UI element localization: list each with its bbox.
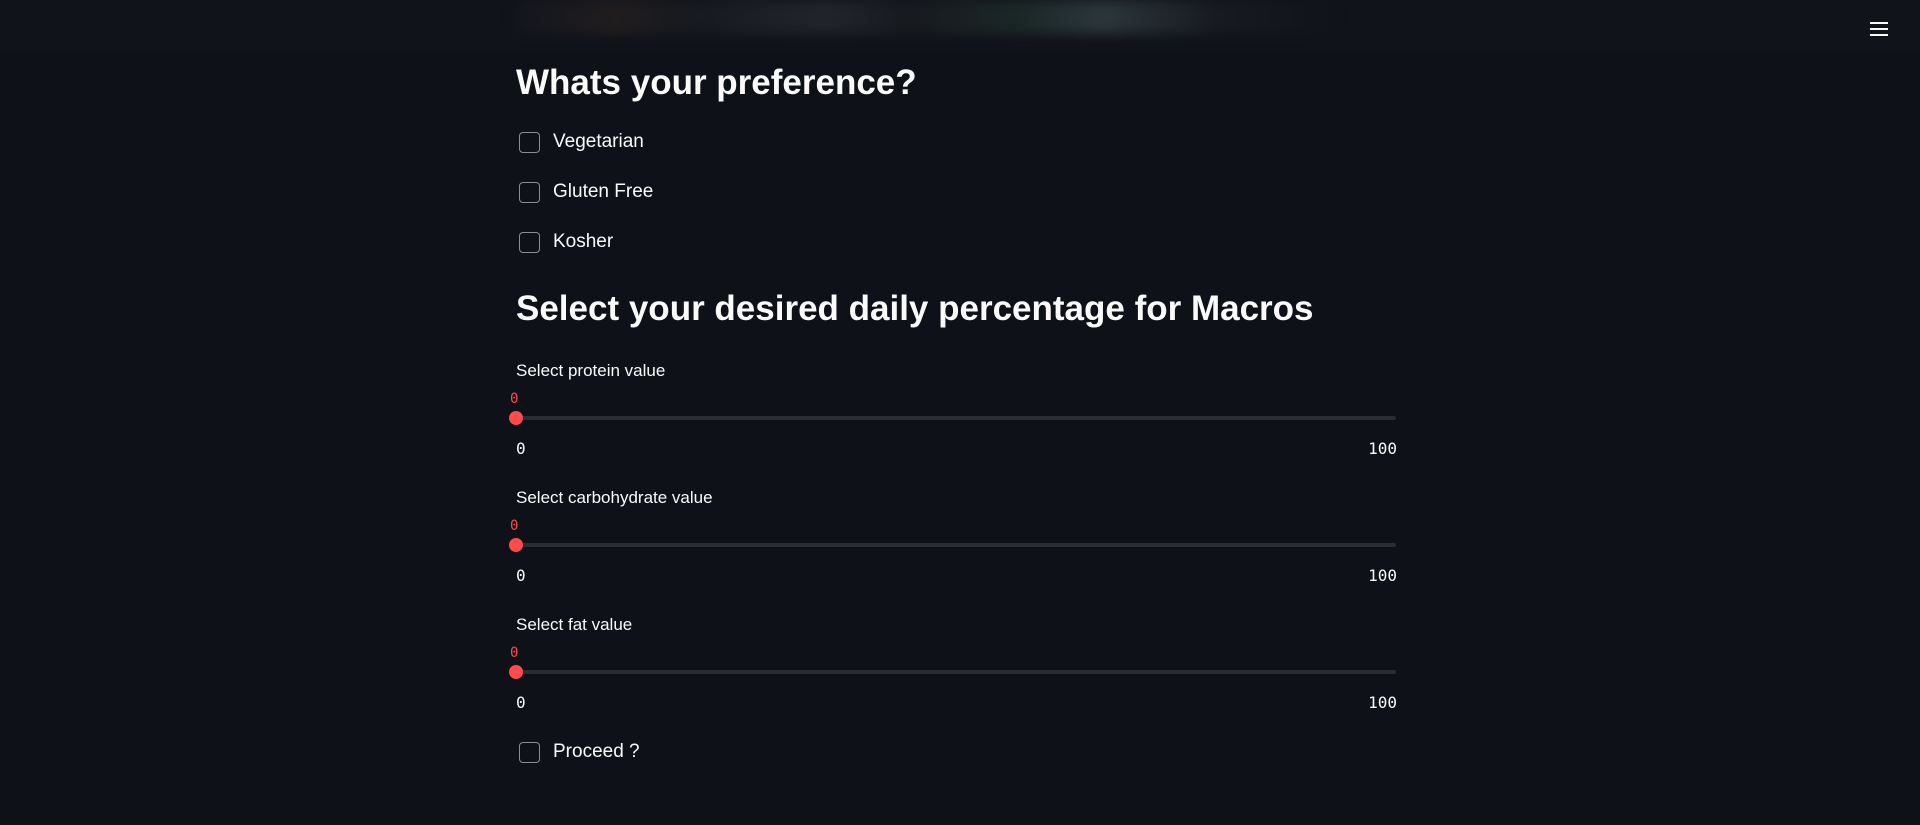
- fat-slider[interactable]: Select fat value 0 0 100: [509, 615, 1397, 727]
- checkbox-box[interactable]: [519, 741, 540, 763]
- slider-max-label: 100: [1368, 439, 1397, 458]
- slider-max-label: 100: [1368, 566, 1397, 585]
- checkbox-box[interactable]: [519, 131, 540, 153]
- checkbox-vegetarian[interactable]: Vegetarian: [516, 127, 644, 157]
- slider-label: Select protein value: [516, 361, 666, 380]
- main-menu-button[interactable]: [1864, 16, 1894, 42]
- banner-image: [516, 0, 1332, 34]
- checkbox-gluten-free[interactable]: Gluten Free: [516, 177, 653, 207]
- protein-slider[interactable]: Select protein value 0 0 100: [509, 361, 1397, 473]
- proceed-checkbox[interactable]: Proceed ?: [516, 737, 640, 767]
- slider-current-value: 0: [510, 391, 519, 407]
- slider-label: Select carbohydrate value: [516, 488, 713, 507]
- slider-min-label: 0: [516, 439, 526, 458]
- hamburger-menu-icon: [1870, 22, 1888, 24]
- slider-current-value: 0: [510, 518, 519, 534]
- slider-thumb[interactable]: [509, 665, 523, 679]
- checkbox-label: Vegetarian: [553, 131, 644, 152]
- slider-min-label: 0: [516, 566, 526, 585]
- slider-thumb[interactable]: [509, 538, 523, 552]
- slider-max-label: 100: [1368, 693, 1397, 712]
- top-banner: [0, 0, 1920, 52]
- checkbox-kosher[interactable]: Kosher: [516, 227, 613, 257]
- checkbox-label: Kosher: [553, 231, 614, 252]
- slider-current-value: 0: [510, 645, 519, 661]
- slider-thumb[interactable]: [509, 411, 523, 425]
- carbohydrate-slider[interactable]: Select carbohydrate value 0 0 100: [509, 488, 1397, 600]
- checkbox-label: Gluten Free: [553, 181, 654, 202]
- checkbox-box[interactable]: [519, 181, 540, 203]
- slider-track[interactable]: [516, 416, 1396, 420]
- checkbox-label: Proceed ?: [553, 741, 640, 762]
- checkbox-box[interactable]: [519, 231, 540, 253]
- slider-track[interactable]: [516, 670, 1396, 674]
- slider-track[interactable]: [516, 543, 1396, 547]
- macros-heading: Select your desired daily percentage for…: [516, 289, 1314, 328]
- preference-heading: Whats your preference?: [516, 63, 917, 102]
- slider-min-label: 0: [516, 693, 526, 712]
- slider-label: Select fat value: [516, 615, 633, 634]
